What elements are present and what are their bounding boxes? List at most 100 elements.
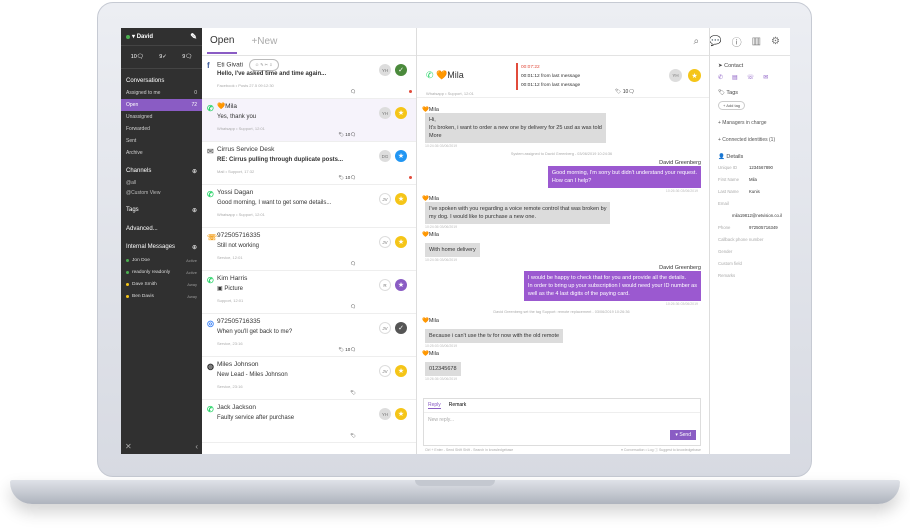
avatar[interactable]: JV xyxy=(379,193,391,205)
detail-field[interactable]: mila19812@netvision.co.il xyxy=(718,213,782,218)
detail-field[interactable]: Phone 972505716349 xyxy=(718,225,782,230)
row-meta: Facebook • Posts 27.5 09:12:30 xyxy=(217,83,274,88)
tab-reply[interactable]: Reply xyxy=(428,402,441,409)
user-menu[interactable]: ▾ David ✎ xyxy=(121,28,202,46)
star-icon[interactable]: ★ xyxy=(688,69,701,82)
message-time: 10:24:36 03/06/2019 xyxy=(425,225,458,229)
logo-icon: ✕ xyxy=(125,442,132,451)
avatar[interactable]: JV xyxy=(379,365,391,377)
sidebar-item-archive[interactable]: Archive xyxy=(121,147,202,159)
row-preview: RE: Cirrus pulling through duplicate pos… xyxy=(217,157,343,163)
detail-field[interactable]: Email xyxy=(718,201,782,206)
sidebar-item-open[interactable]: Open 72 xyxy=(121,99,202,111)
conversation-row[interactable]: ✆ Jack Jackson Faulty service after purc… xyxy=(202,400,416,443)
mail-icon[interactable]: ✉ xyxy=(763,74,768,81)
internal-heading[interactable]: Internal Messages ⊕ xyxy=(121,235,202,254)
status-icon[interactable]: ★ xyxy=(395,365,407,377)
contact-name[interactable]: ✆ 🧡Mila xyxy=(426,70,464,81)
message-time: 10:24:36 03/06/2019 xyxy=(425,144,458,148)
tab-new[interactable]: +New xyxy=(251,36,277,47)
avatar[interactable]: YH xyxy=(379,64,391,76)
laptop-notch xyxy=(415,480,495,486)
avatar[interactable]: JV xyxy=(379,236,391,248)
gear-icon[interactable]: ⚙ xyxy=(771,36,780,47)
message-icon[interactable]: ▤ xyxy=(732,74,738,81)
channel-icon: ✆ xyxy=(207,190,214,199)
detail-field[interactable]: First Name Mila xyxy=(718,177,782,182)
send-button[interactable]: ▾ Send xyxy=(670,430,696,440)
connected-link[interactable]: + Connected identities (1) xyxy=(718,137,782,143)
tags-heading[interactable]: Tags ⊕ xyxy=(121,198,202,217)
conversation-row[interactable]: f Eti Givati ☺ ✎ ✂ ⇩ Hello, I've asked ti… xyxy=(202,56,416,99)
detail-field[interactable]: Last Name Kunis xyxy=(718,189,782,194)
add-tag-button[interactable]: + Add tag xyxy=(718,101,746,110)
message-bubble: Because i can't use the tv for now with … xyxy=(425,329,564,343)
counter-messages[interactable]: 10🗨 xyxy=(131,54,144,60)
status-icon[interactable]: ★ xyxy=(395,236,407,248)
status-icon[interactable]: ★ xyxy=(395,408,407,420)
tags-heading: 🏷 Tags xyxy=(718,90,739,96)
internal-user[interactable]: Jon Doe Active xyxy=(121,254,202,266)
avatar[interactable]: R xyxy=(379,279,391,291)
detail-field-empty[interactable]: Callback phone number xyxy=(718,237,782,242)
row-indicators: 🏷 xyxy=(350,390,356,395)
avatar[interactable]: YH xyxy=(669,69,682,82)
message-time: 10:26:36 03/06/2019 xyxy=(425,377,458,381)
detail-field-empty[interactable]: Remarks xyxy=(718,273,782,278)
status-icon[interactable]: ★ xyxy=(395,107,407,119)
info-icon[interactable]: ⓘ xyxy=(732,34,742,49)
detail-field-empty[interactable]: Custom field xyxy=(718,261,782,266)
tab-remark[interactable]: Remark xyxy=(449,402,467,409)
stats-icon[interactable]: ▥ xyxy=(752,36,761,47)
collapse-icon[interactable]: ‹ xyxy=(195,442,198,451)
conversations-heading: Conversations xyxy=(126,78,165,84)
details-panel: ➤ Contact ✆ ▤ ☏ ✉ 🏷 Tags + Add tag + Manage… xyxy=(710,56,790,454)
advanced-link[interactable]: Advanced... xyxy=(121,217,202,235)
row-indicators: 🏷 10🗨 xyxy=(338,175,356,180)
status-icon[interactable]: ✓ xyxy=(395,64,407,76)
avatar[interactable]: JV xyxy=(379,322,391,334)
avatar[interactable]: YH xyxy=(379,107,391,119)
whatsapp-icon[interactable]: ✆ xyxy=(718,74,723,81)
conversation-row[interactable]: ✆ 🧡Mila Yes, thank you Whatsapp • Suppor… xyxy=(202,99,416,142)
sidebar-item-sent[interactable]: Sent xyxy=(121,135,202,147)
counter-done[interactable]: 9✓ xyxy=(159,54,167,60)
channel-all[interactable]: @all xyxy=(121,178,202,188)
status-icon[interactable]: ★ xyxy=(395,193,407,205)
sidebar-item-unassigned[interactable]: Unassigned xyxy=(121,111,202,123)
sidebar-item-forwarded[interactable]: Forwarded xyxy=(121,123,202,135)
message-thread: 🧡Mila Hi, It's broken, i want to order a … xyxy=(417,100,709,390)
row-preview: Faulty service after purchase xyxy=(217,415,295,421)
avatar[interactable]: DG xyxy=(379,150,391,162)
counter-pending[interactable]: 9🗨 xyxy=(182,54,192,60)
compose-icon[interactable]: ✎ xyxy=(190,32,197,41)
conversation-row[interactable]: ◎ 972505716335 When you'll get back to m… xyxy=(202,314,416,357)
channel-custom[interactable]: @Custom View xyxy=(121,188,202,198)
avatar[interactable]: YH xyxy=(379,408,391,420)
managers-link[interactable]: + Managers in charge xyxy=(718,120,782,126)
row-meta: Service, 23:16 xyxy=(217,384,243,389)
channel-icon: ✉ xyxy=(207,147,214,156)
detail-field[interactable]: Unique ID 1234567890 xyxy=(718,165,782,170)
tab-open[interactable]: Open xyxy=(207,29,238,54)
chat-icon[interactable]: 💬 xyxy=(709,36,721,47)
internal-user[interactable]: readonly readonly Active xyxy=(121,266,202,278)
alert-dot xyxy=(409,176,412,179)
internal-user[interactable]: Dave Smith Away xyxy=(121,278,202,290)
channels-heading[interactable]: Channels ⊕ xyxy=(121,159,202,178)
conversation-row[interactable]: ✉ Cirrus Service Desk RE: Cirrus pulling… xyxy=(202,142,416,185)
status-icon[interactable]: ✓ xyxy=(395,322,407,334)
status-icon[interactable]: ★ xyxy=(395,150,407,162)
conversation-row[interactable]: ✆ Yossi Dagan Good morning, I want to ge… xyxy=(202,185,416,228)
conversation-row[interactable]: ◍ Miles Johnson New Lead - Miles Johnson… xyxy=(202,357,416,400)
conversation-row[interactable]: ✆ Kim Harris ▣ Picture Support, 12:01 R … xyxy=(202,271,416,314)
sidebar-item-assigned[interactable]: Assigned to me 0 xyxy=(121,87,202,99)
detail-field-empty[interactable]: Gender xyxy=(718,249,782,254)
reply-input[interactable]: New reply... xyxy=(424,413,700,427)
internal-user[interactable]: Ben Davis Away xyxy=(121,290,202,302)
status-icon[interactable]: ★ xyxy=(395,279,407,291)
phone-icon[interactable]: ☏ xyxy=(747,74,755,81)
conversation-meta: Whatsapp • Support, 12:01 xyxy=(426,91,474,96)
conversation-row[interactable]: ☏ 972505716335 Still not working Service… xyxy=(202,228,416,271)
row-indicators: 🏷 10🗨 xyxy=(338,132,356,137)
